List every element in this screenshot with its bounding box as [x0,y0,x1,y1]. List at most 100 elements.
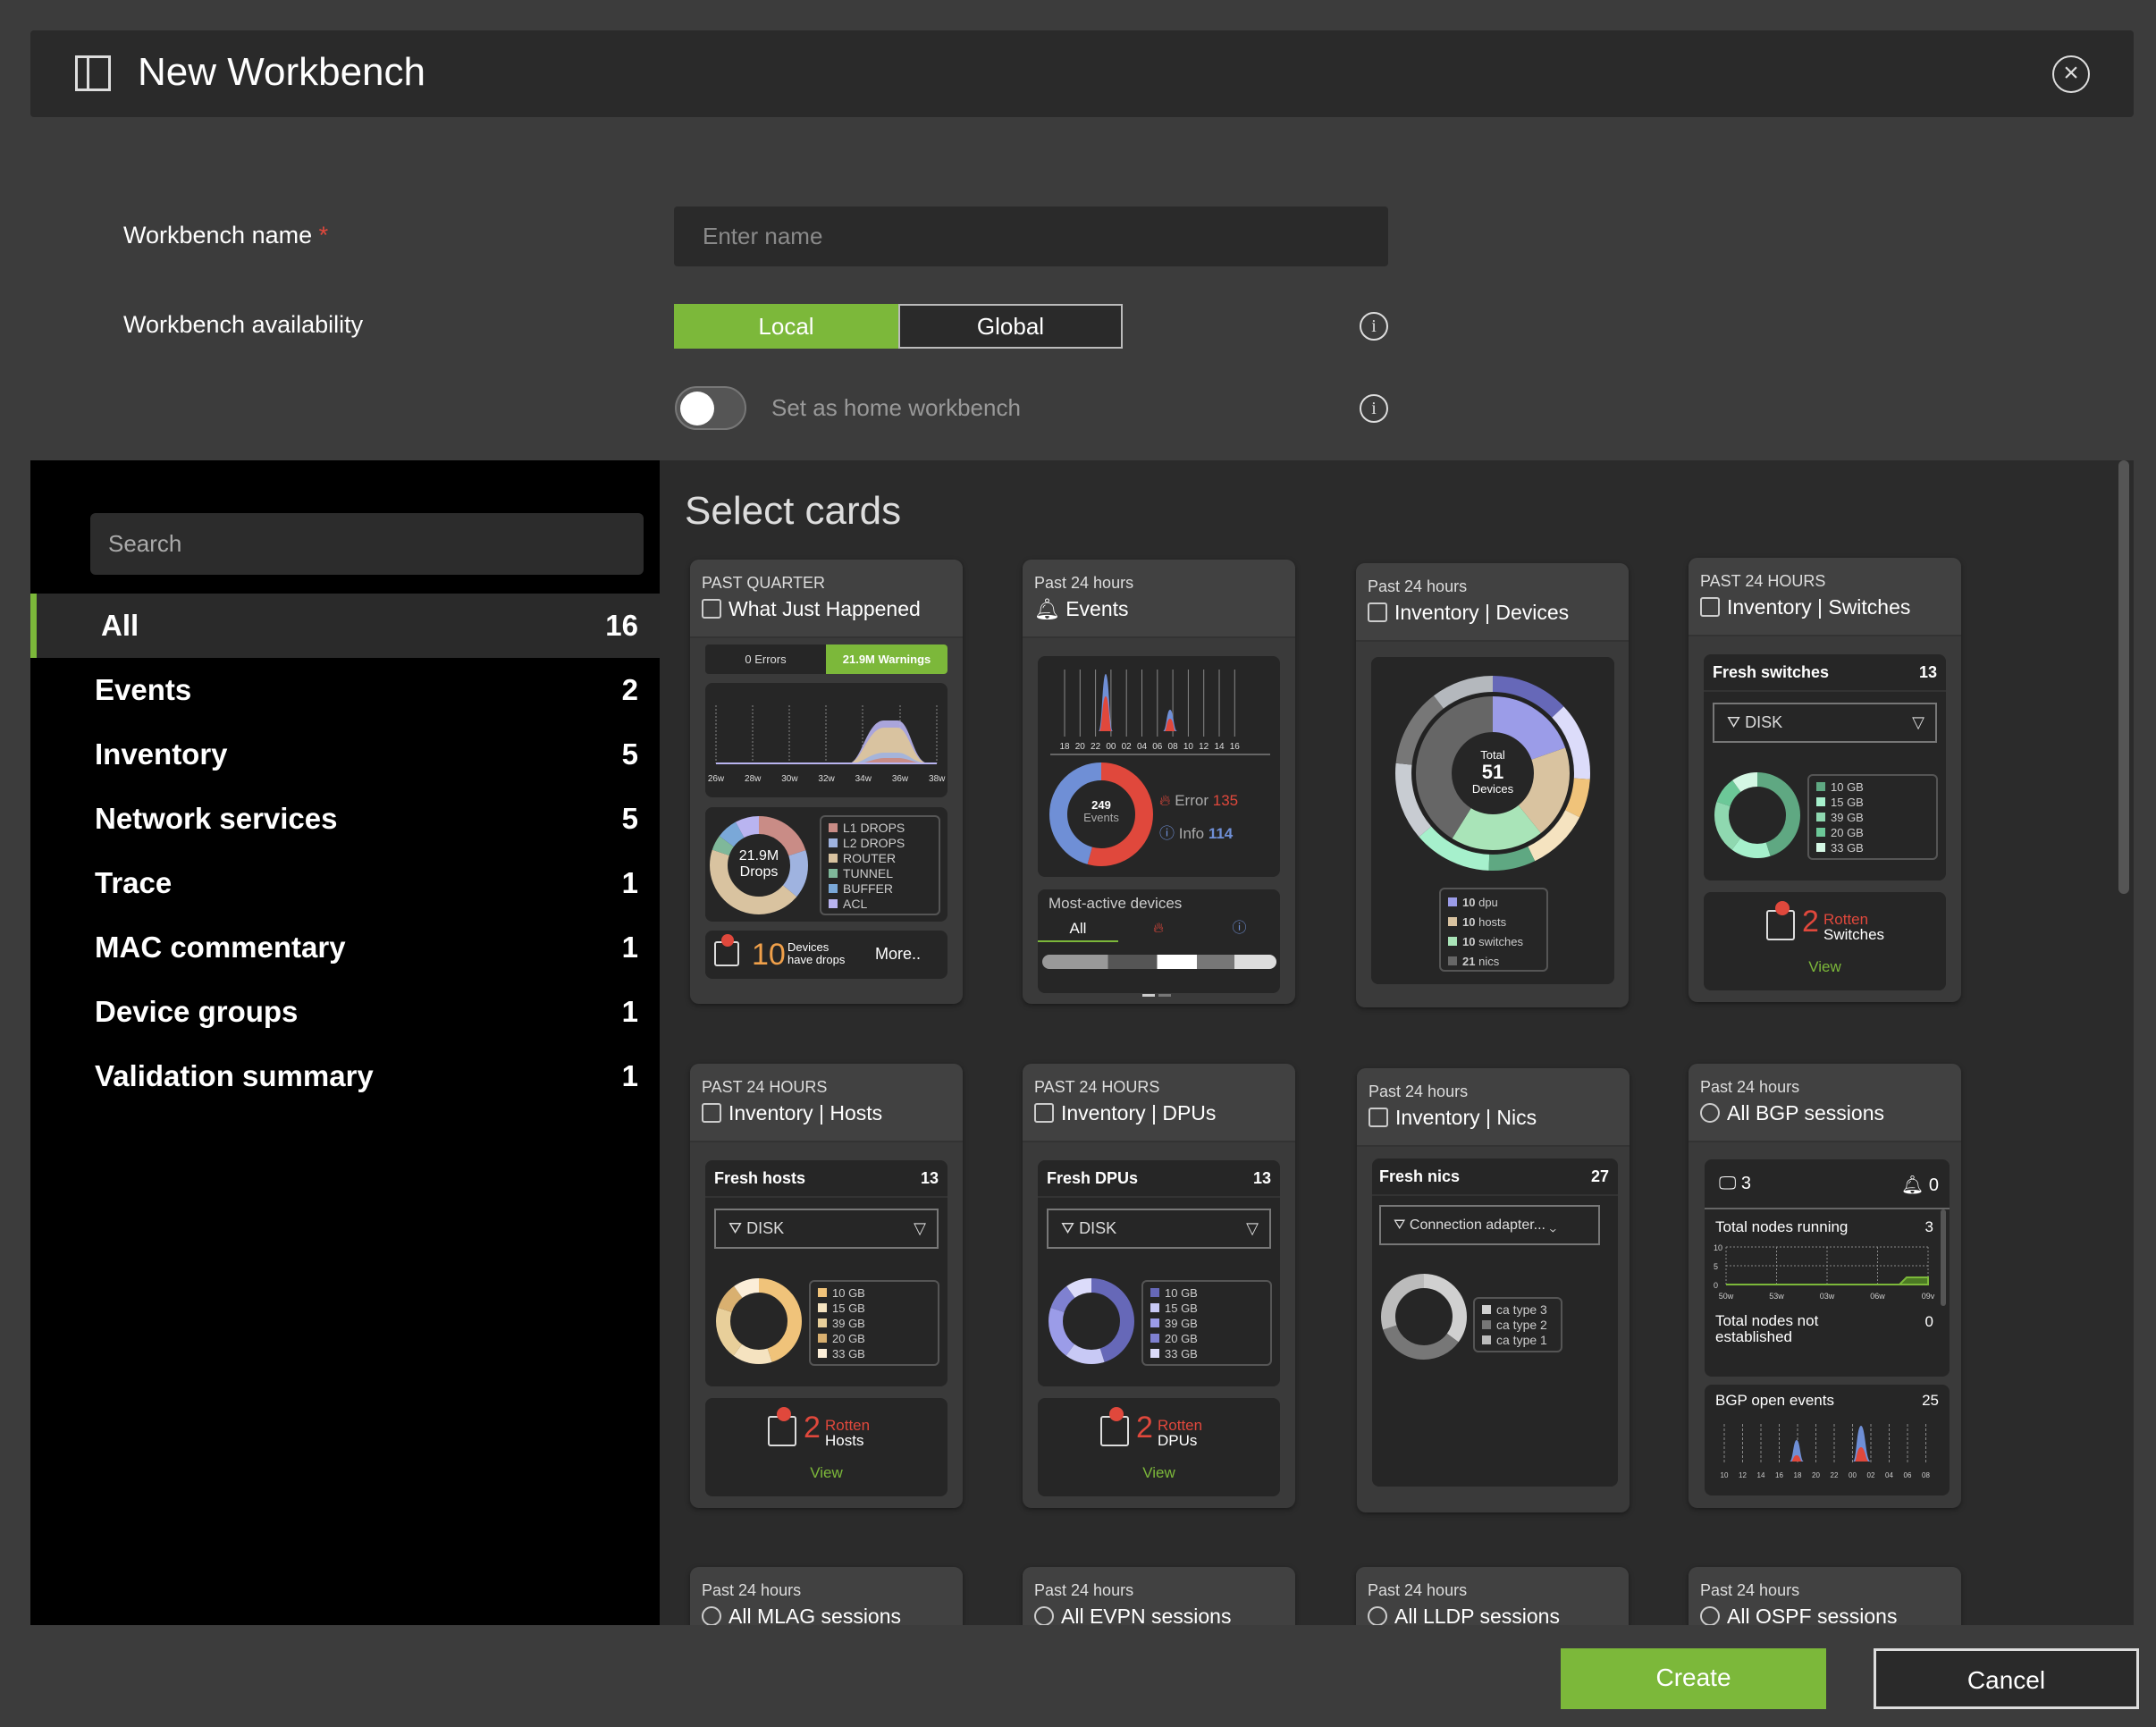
legend-item: 20 GB [1150,1331,1263,1346]
connection-adapter-filter[interactable]: ⛛ Connection adapter... ⌄ [1379,1205,1600,1245]
workbench-name-input[interactable] [674,206,1388,266]
card-title-text: All EVPN sessions [1061,1605,1232,1625]
sidebar-item-validation-summary[interactable]: Validation summary 1 [30,1044,660,1108]
pager-dot[interactable] [1158,994,1171,997]
nic-icon [1369,1108,1388,1127]
fresh-panel: Fresh DPUs 13 ⛛ DISK ▽ 10 GB 15 GB 39 GB 20 … [1038,1160,1280,1386]
card-title: What Just Happened [702,597,921,621]
fresh-panel: Fresh switches 13 ⛛ DISK ▽ 10 GB 15 GB 39 G… [1704,654,1946,880]
errors-warnings-toggle[interactable]: 0 Errors 21.9M Warnings [705,644,947,674]
server-rack-icon [1034,1103,1054,1123]
tick-label: 20 [1075,742,1086,752]
card-events[interactable]: Past 24 hours 🔔︎ Events 18 20 22 00 02 04 06 08 1… [1023,560,1295,1004]
nics-legend: ca type 3 ca type 2 ca type 1 [1473,1297,1562,1352]
server-alert-icon [1766,901,1795,940]
scrollbar[interactable] [1941,1209,1946,1306]
filter-value: Connection adapter... [1409,1217,1545,1233]
tick-label: 38w [929,774,946,784]
tick-label: 12 [1739,1471,1747,1479]
warnings-tab[interactable]: 21.9M Warnings [826,644,947,674]
tick-label: 00 [1849,1471,1857,1479]
sidebar-item-inventory[interactable]: Inventory 5 [30,722,660,787]
tick-label: 02 [1122,742,1133,752]
home-workbench-toggle[interactable] [675,386,746,430]
card-inventory-dpus[interactable]: PAST 24 HOURS Inventory | DPUs Fresh DPUs… [1023,1064,1295,1508]
legend-item: 21 nics [1448,952,1539,970]
events-chart-panel: 18 20 22 00 02 04 06 08 10 12 14 16 249 Events 🔥︎ Er… [1038,656,1280,877]
card-inventory-hosts[interactable]: PAST 24 HOURS Inventory | Hosts Fresh hos… [690,1064,963,1508]
card-what-just-happened[interactable]: PAST QUARTER What Just Happened 0 Errors… [690,560,963,1004]
card-ospf-sessions[interactable]: Past 24 hours All OSPF sessions [1689,1567,1961,1625]
rotten-label: Rotten [825,1417,871,1434]
info-icon[interactable]: i [1360,312,1388,341]
tab-info-icon[interactable]: ⓘ [1199,916,1280,942]
sidebar-item-trace[interactable]: Trace 1 [30,851,660,915]
disk-filter[interactable]: ⛛ DISK ▽ [1047,1209,1271,1249]
sidebar-item-device-groups[interactable]: Device groups 1 [30,980,660,1044]
tick-label: 04 [1885,1471,1893,1479]
close-icon[interactable]: × [2052,55,2090,93]
tab-error-flame-icon[interactable]: 🔥︎ [1118,916,1199,942]
legend-item: ROUTER [829,851,931,866]
legend-item: 39 GB [1816,810,1929,825]
tab-all[interactable]: All [1038,916,1118,942]
tick-label: 36w [892,774,909,784]
tick-label: 02 [1867,1471,1875,1479]
view-link[interactable]: View [1704,958,1946,976]
card-header: Past 24 hours 🔔︎ Events [1023,560,1295,638]
most-active-devices: Most-active devices All 🔥︎ ⓘ [1038,889,1280,993]
card-mlag-sessions[interactable]: Past 24 hours All MLAG sessions [690,1567,963,1625]
create-button[interactable]: Create [1561,1648,1826,1709]
info-icon[interactable]: i [1360,394,1388,423]
disk-donut [1714,772,1800,858]
disk-filter[interactable]: ⛛ DISK ▽ [714,1209,939,1249]
disk-donut [716,1278,802,1364]
availability-local-option[interactable]: Local [674,304,898,349]
availability-global-option[interactable]: Global [898,304,1123,349]
card-period: Past 24 hours [1034,574,1134,592]
fresh-panel: Fresh hosts 13 ⛛ DISK ▽ 10 GB 15 GB 39 GB 20… [705,1160,947,1386]
legend-item: L2 DROPS [829,836,931,851]
value: 135 [1212,792,1239,809]
pager-dot-active[interactable] [1142,994,1155,997]
sidebar-item-count: 1 [621,995,638,1028]
disk-filter[interactable]: ⛛ DISK ▽ [1713,703,1937,743]
devices-panel: Total 51 Devices 10 dpu 10 hosts 10 switches… [1371,657,1614,984]
card-title-text: All OSPF sessions [1727,1605,1898,1625]
scrollbar[interactable] [2118,460,2129,894]
view-link[interactable]: View [1038,1464,1280,1482]
cancel-button[interactable]: Cancel [1874,1648,2139,1709]
label: Error [1175,792,1209,809]
legend-item: ca type 1 [1482,1333,1554,1348]
rotten-text: Rotten DPUs [1158,1418,1202,1448]
open-events-value: 25 [1922,1392,1939,1409]
legend-item: 33 GB [1816,840,1929,855]
eye-icon [702,599,721,619]
card-evpn-sessions[interactable]: Past 24 hours All EVPN sessions [1023,1567,1295,1625]
sidebar-item-events[interactable]: Events 2 [30,658,660,722]
dialog-header: New Workbench × [30,30,2134,117]
donut-center: Total 51 Devices [1394,748,1591,796]
sidebar-item-network-services[interactable]: Network services 5 [30,787,660,851]
card-inventory-switches[interactable]: PAST 24 HOURS Inventory | Switches Fresh … [1689,558,1961,1002]
sidebar-item-mac-commentary[interactable]: MAC commentary 1 [30,915,660,980]
monitor-icon: 🖵︎ [1719,1174,1737,1193]
legend-item: 39 GB [1150,1316,1263,1331]
bell-icon: 🔔︎ [1900,1175,1924,1195]
errors-tab[interactable]: 0 Errors [705,644,826,674]
card-bgp-sessions[interactable]: Past 24 hours All BGP sessions 🖵︎ 3 🔔︎ 0… [1689,1064,1961,1508]
more-link[interactable]: More.. [875,945,921,964]
card-title-text: Inventory | Devices [1394,601,1570,624]
card-period: Past 24 hours [1368,1581,1468,1599]
tick-label: 22 [1091,742,1101,752]
card-header: PAST 24 HOURS Inventory | Switches [1689,558,1961,636]
fresh-count: 13 [920,1169,939,1187]
view-link[interactable]: View [705,1464,947,1482]
card-title: All BGP sessions [1700,1101,1884,1125]
search-input[interactable] [90,513,644,575]
card-inventory-nics[interactable]: Past 24 hours Inventory | Nics Fresh nic… [1357,1068,1630,1512]
card-lldp-sessions[interactable]: Past 24 hours All LLDP sessions [1356,1567,1629,1625]
card-inventory-devices[interactable]: Past 24 hours Inventory | Devices Total 5… [1356,563,1629,1007]
sidebar-item-count: 16 [605,609,638,642]
sidebar-item-all[interactable]: All 16 [30,594,660,658]
